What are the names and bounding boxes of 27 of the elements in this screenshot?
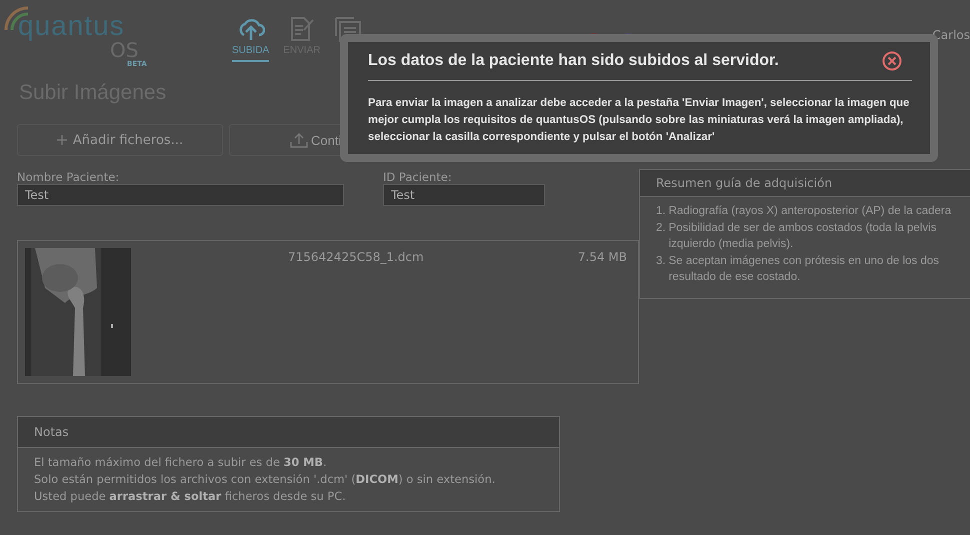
- notes-title: Notas: [18, 417, 559, 448]
- list-number: 1.: [656, 204, 666, 219]
- guide-text: resultado de ese costado.: [668, 270, 802, 285]
- guide-title: Resumen guía de adquisición: [640, 170, 970, 197]
- nav-tab[interactable]: SUBIDA: [232, 16, 270, 62]
- guide-text: Posibilidad de ser de ambos costados (toda la pelvis: [668, 220, 936, 236]
- note-text: Usted puede arrastrar & soltar ficheros desde su PC.: [34, 489, 347, 505]
- document-pen-icon: [288, 16, 315, 42]
- guide-text: Radiografía (rayos X) anteroposterior (AP) de la cadera: [668, 204, 952, 219]
- input-field[interactable]: Test: [383, 184, 545, 206]
- plus-icon: [56, 135, 67, 145]
- input-field[interactable]: Test: [17, 184, 344, 206]
- field-label: Nombre Paciente:: [17, 170, 120, 184]
- guide-text: izquierdo (media pelvis).: [668, 237, 794, 252]
- note-text: Solo están permitidos los archivos con extensión '.dcm' (DICOM) o sin extensión.: [34, 472, 496, 488]
- note-text: El tamaño máximo del fichero a subir es de 30 MB.: [34, 455, 328, 471]
- file-name: 715642425C58_1.dcm: [288, 250, 424, 264]
- guide-text: Se aceptan imágenes con prótesis en uno de los dos: [668, 254, 940, 268]
- upload-icon: [290, 132, 308, 148]
- list-number: 2.: [656, 220, 666, 236]
- close-icon[interactable]: [882, 51, 902, 71]
- list-number: 3.: [656, 254, 666, 268]
- add-files-button[interactable]: Añadir ficheros...: [17, 124, 223, 156]
- cloud-upload-icon: [236, 16, 265, 42]
- file-size: 7.54 MB: [578, 250, 627, 264]
- dialog-title: Los datos de la paciente han sido subidos al servidor.: [368, 52, 779, 70]
- field-label: ID Paciente:: [383, 170, 453, 184]
